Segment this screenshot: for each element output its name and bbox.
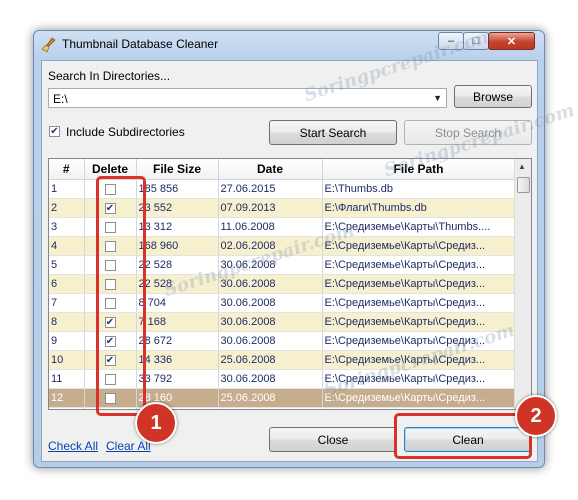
date-cell: 30.06.2008	[218, 331, 323, 351]
browse-button[interactable]: Browse	[454, 85, 532, 108]
close-button[interactable]: Close	[269, 427, 397, 452]
row-number-cell: 7	[49, 293, 85, 313]
close-window-button[interactable]: ✕	[488, 32, 535, 50]
date-cell: 30.06.2008	[218, 293, 323, 313]
maximize-button[interactable]: □	[463, 32, 489, 50]
file-path-cell: E:\Средиземье\Карты\Средиз...	[322, 236, 516, 256]
row-number-cell: 4	[49, 236, 85, 256]
column-header-num[interactable]: #	[49, 159, 85, 180]
file-size-cell: 13 312	[136, 217, 219, 237]
row-number-cell: 5	[49, 255, 85, 275]
column-header-size[interactable]: File Size	[136, 159, 219, 180]
file-path-cell: E:\Средиземье\Карты\Средиз...	[322, 331, 516, 351]
step-2-badge: 2	[515, 395, 557, 437]
file-size-cell: 22 528	[136, 255, 219, 275]
date-cell: 30.06.2008	[218, 255, 323, 275]
date-cell: 02.06.2008	[218, 236, 323, 256]
chevron-down-icon[interactable]: ▼	[433, 93, 442, 103]
row-number-cell: 12	[49, 388, 85, 408]
minimize-button[interactable]: –	[438, 32, 464, 50]
file-path-cell	[322, 407, 516, 409]
check-all-link[interactable]: Check All	[48, 439, 98, 453]
file-size-cell: 7 168	[136, 312, 219, 332]
date-cell: 30.06.2008	[218, 274, 323, 294]
row-number-cell: 10	[49, 350, 85, 370]
start-search-button[interactable]: Start Search	[269, 120, 397, 145]
scroll-up-icon[interactable]: ▲	[518, 162, 526, 171]
date-cell: 25.06.2008	[218, 388, 323, 408]
window-title: Thumbnail Database Cleaner	[62, 37, 219, 51]
file-path-cell: E:\Средиземье\Карты\Средиз...	[322, 255, 516, 275]
stop-search-button[interactable]: Stop Search	[404, 120, 532, 145]
file-size-cell: 14 336	[136, 350, 219, 370]
file-path-cell: E:\Средиземье\Карты\Средиз...	[322, 388, 516, 408]
file-size-cell: 22 528	[136, 274, 219, 294]
scrollbar-thumb[interactable]	[517, 177, 530, 193]
include-subdirs-label: Include Subdirectories	[66, 125, 185, 139]
broom-icon	[41, 37, 56, 53]
file-size-cell: 168 960	[136, 236, 219, 256]
title-bar[interactable]: Thumbnail Database Cleaner – □ ✕	[34, 31, 544, 57]
file-size-cell: 185 856	[136, 179, 219, 199]
date-cell: 25.06.2008	[218, 350, 323, 370]
date-cell	[218, 407, 323, 409]
file-size-cell: 28 672	[136, 331, 219, 351]
date-cell: 30.06.2008	[218, 369, 323, 389]
vertical-scrollbar[interactable]: ▲	[514, 159, 531, 409]
file-size-cell: 33 792	[136, 369, 219, 389]
file-path-cell: E:\Флаги\Thumbs.db	[322, 198, 516, 218]
row-number-cell: 9	[49, 331, 85, 351]
step-1-badge: 1	[135, 402, 177, 444]
row-number-cell: 1	[49, 179, 85, 199]
date-cell: 27.06.2015	[218, 179, 323, 199]
file-path-cell: E:\Средиземье\Карты\Средиз...	[322, 312, 516, 332]
file-path-cell: E:\Средиземье\Карты\Средиз...	[322, 293, 516, 313]
directory-value: E:\	[53, 92, 68, 106]
row-number-cell: 11	[49, 369, 85, 389]
file-size-cell: 23 552	[136, 198, 219, 218]
clean-button-highlight	[394, 413, 532, 459]
file-size-cell: 8 704	[136, 293, 219, 313]
file-path-cell: E:\Средиземье\Карты\Средиз...	[322, 369, 516, 389]
date-cell: 11.06.2008	[218, 217, 323, 237]
search-directories-label: Search In Directories...	[48, 69, 171, 83]
row-number-cell: 3	[49, 217, 85, 237]
file-path-cell: E:\Thumbs.db	[322, 179, 516, 199]
date-cell: 07.09.2013	[218, 198, 323, 218]
row-number-cell: 6	[49, 274, 85, 294]
date-cell: 30.06.2008	[218, 312, 323, 332]
file-path-cell: E:\Средиземье\Карты\Thumbs....	[322, 217, 516, 237]
column-header-path[interactable]: File Path	[322, 159, 516, 180]
column-header-date[interactable]: Date	[218, 159, 323, 180]
file-path-cell: E:\Средиземье\Карты\Средиз...	[322, 274, 516, 294]
row-number-cell: 8	[49, 312, 85, 332]
delete-column-highlight	[96, 176, 146, 416]
file-path-cell: E:\Средиземье\Карты\Средиз...	[322, 350, 516, 370]
row-number-cell: 2	[49, 198, 85, 218]
include-subdirs-checkbox[interactable]: ✔	[49, 126, 60, 137]
directory-combo[interactable]: E:\ ▼	[48, 88, 447, 108]
clear-all-link[interactable]: Clear All	[106, 439, 151, 453]
row-number-cell: 13	[49, 407, 85, 409]
